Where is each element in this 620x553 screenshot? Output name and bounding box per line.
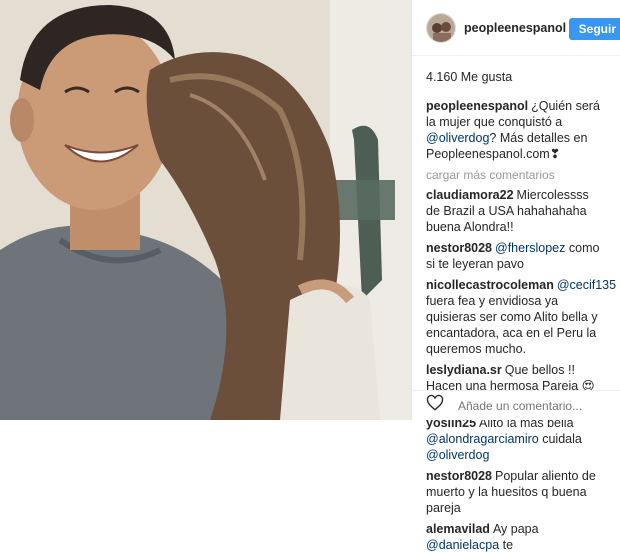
comment-mention[interactable]: @oliverdog (426, 448, 489, 462)
post-side-panel: peopleenespanol Seguir 4.160 Me gusta pe… (411, 0, 620, 552)
comment-item: alemavilad Ay papa @danielacpa te (426, 521, 606, 553)
comment-text: te (499, 538, 514, 552)
add-comment-input[interactable] (456, 397, 610, 414)
comments-list: peopleenespanol ¿Quién será la mujer que … (412, 92, 620, 553)
comment-username[interactable]: nestor8028 (426, 469, 492, 483)
comment-mention[interactable]: @danielacpa (426, 538, 499, 552)
comment-username[interactable]: claudiamora22 (426, 188, 514, 202)
post-header: peopleenespanol Seguir (412, 0, 620, 56)
avatar[interactable] (426, 12, 456, 43)
comment-item: claudiamora22 Miercolessss de Brazil a US… (426, 187, 606, 235)
likes-count[interactable]: 4.160 Me gusta (412, 56, 620, 92)
load-more-comments[interactable]: cargar más comentarios (426, 168, 606, 182)
comment-text: cuidala (538, 432, 582, 446)
comment-item: nestor8028 Popular aliento de muerto y la… (426, 468, 606, 516)
comment-mention[interactable]: @cecif135 (557, 278, 616, 292)
post-username[interactable]: peopleenespanol (464, 21, 566, 35)
post-photo[interactable] (0, 0, 411, 420)
comment-item: yoslin25 Alito la mas bella @alondragarci… (426, 415, 606, 463)
comment-username[interactable]: nestor8028 (426, 241, 492, 255)
caption: peopleenespanol ¿Quién será la mujer que … (426, 98, 606, 162)
photo-couple-selfie (0, 0, 411, 420)
comment-mention[interactable]: @fherslopez (495, 241, 565, 255)
caption-mention[interactable]: @oliverdog (426, 131, 489, 145)
comment-text: fuera fea y envidiosa ya quisieras ser c… (426, 294, 598, 356)
comment-bar (412, 390, 620, 420)
comment-username[interactable]: nicollecastrocoleman (426, 278, 554, 292)
comment-username[interactable]: alemavilad (426, 522, 490, 536)
follow-button[interactable]: Seguir (568, 18, 620, 40)
caption-username[interactable]: peopleenespanol (426, 99, 528, 113)
comment-item: nestor8028 @fherslopez como si te leyeran… (426, 240, 606, 272)
heart-icon[interactable] (426, 394, 444, 417)
comment-item: nicollecastrocoleman @cecif135 fuera fea … (426, 277, 616, 357)
comment-username[interactable]: leslydiana.sr (426, 363, 502, 377)
comment-text: Ay papa (492, 522, 539, 536)
comment-mention[interactable]: @alondragarciamiro (426, 432, 539, 446)
